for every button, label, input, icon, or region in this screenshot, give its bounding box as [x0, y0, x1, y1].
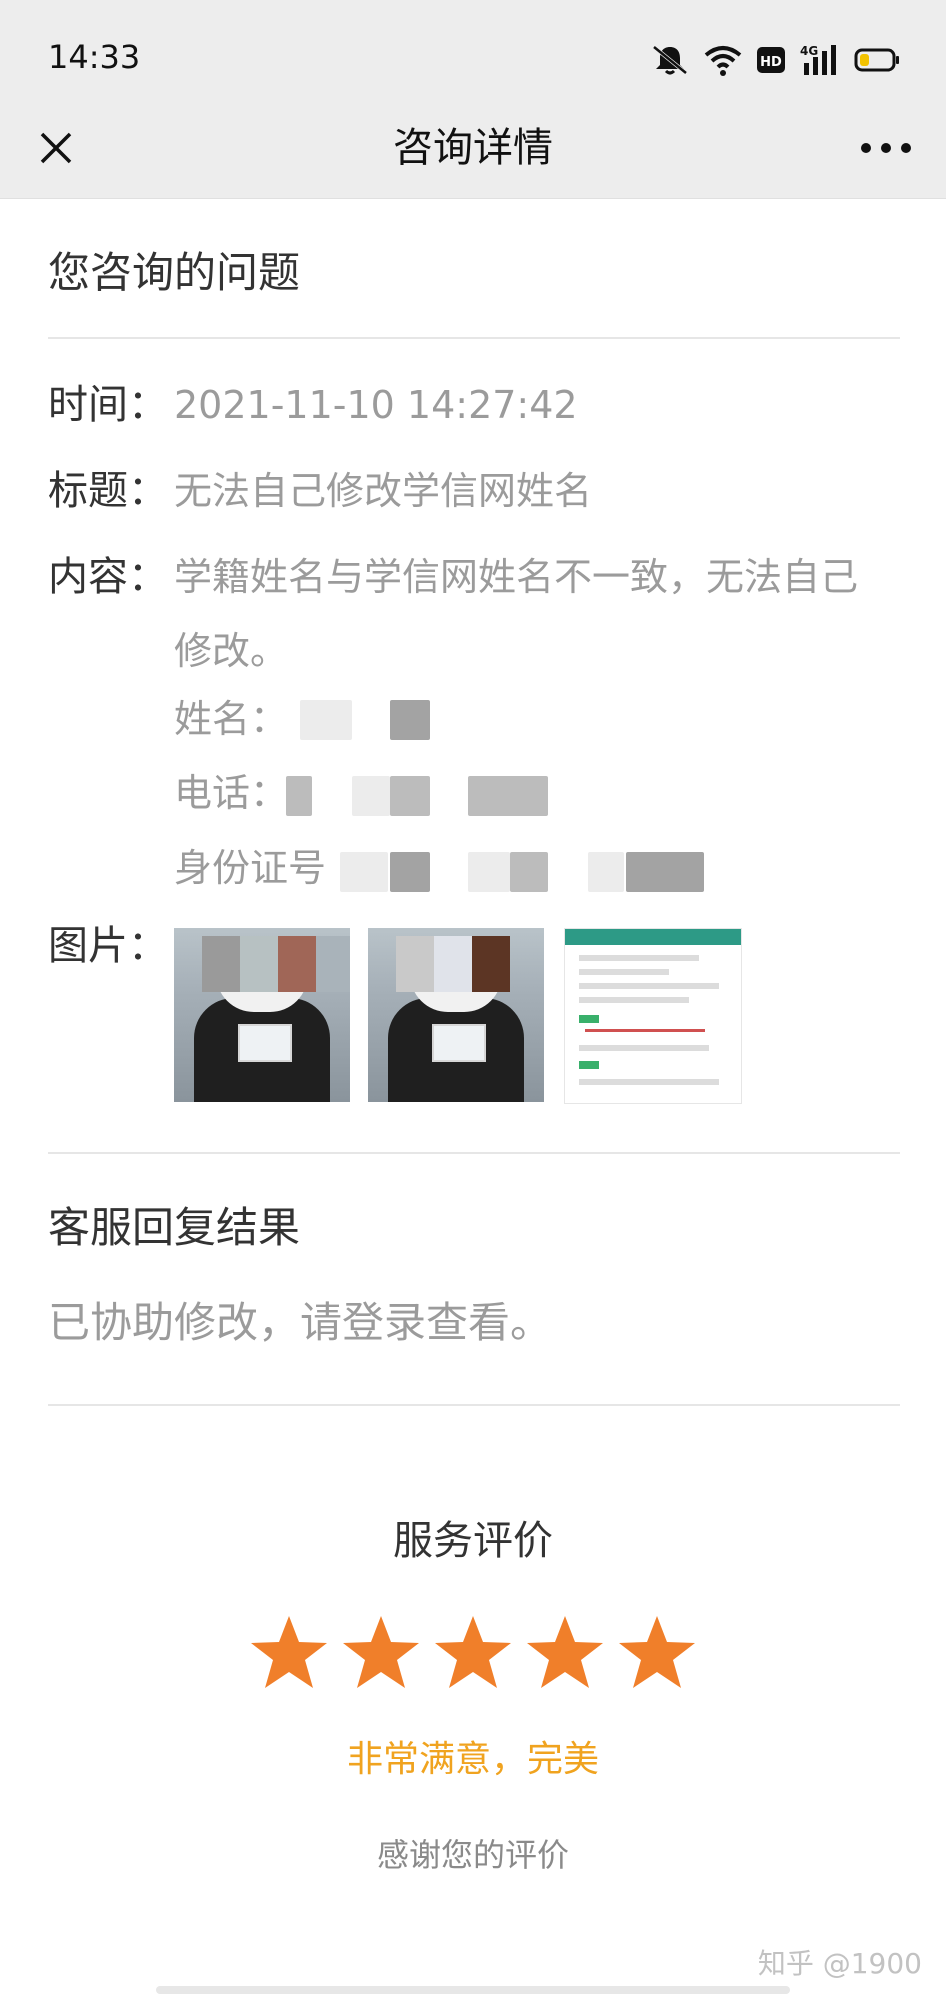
divider	[48, 1152, 900, 1154]
reply-section-title: 客服回复结果	[48, 1203, 301, 1252]
id-label: 身份证号	[174, 846, 327, 890]
name-label: 姓名：	[174, 697, 289, 741]
network-label: 4G	[800, 44, 818, 58]
image-thumbnail[interactable]	[174, 928, 350, 1102]
content-label: 内容：	[48, 554, 168, 600]
images-label: 图片：	[48, 923, 168, 969]
screenshot-line	[579, 969, 669, 975]
image-thumbnail[interactable]	[564, 928, 742, 1104]
time-value: 2021-11-10 14:27:42	[174, 383, 578, 427]
page-title: 咨询详情	[393, 125, 553, 171]
rating-thanks: 感谢您的评价	[376, 1836, 569, 1874]
hd-label: HD	[760, 55, 782, 70]
mute-icon	[652, 45, 688, 75]
star-icon[interactable]	[432, 1612, 514, 1694]
photo-mosaic	[396, 936, 510, 992]
star-icon[interactable]	[248, 1612, 330, 1694]
nav-bar: 咨询详情	[0, 98, 946, 199]
redacted-block	[352, 776, 390, 816]
status-icons: HD 4G	[650, 40, 900, 80]
screenshot-header	[565, 929, 741, 945]
redacted-block	[286, 776, 312, 816]
redacted-block	[510, 852, 548, 892]
phone-label: 电话：	[174, 771, 289, 815]
star-icon[interactable]	[616, 1612, 698, 1694]
photo-id-card	[238, 1024, 292, 1062]
photo-mosaic	[202, 936, 350, 992]
rating-title: 服务评价	[393, 1518, 553, 1564]
redacted-block	[468, 776, 548, 816]
bottom-bar	[156, 1986, 790, 1994]
redacted-block	[390, 852, 430, 892]
more-icon	[861, 143, 911, 153]
redacted-block	[340, 852, 388, 892]
reply-text: 已协助修改，请登录查看。	[48, 1298, 553, 1347]
divider	[48, 337, 900, 339]
divider	[48, 1404, 900, 1406]
content-value: 学籍姓名与学信网姓名不一致，无法自己修改。	[174, 555, 859, 673]
screenshot-line	[579, 997, 689, 1003]
redacted-block	[626, 852, 704, 892]
battery-icon	[854, 48, 899, 72]
hd-icon: HD	[757, 47, 785, 73]
star-rating[interactable]	[248, 1612, 698, 1696]
screenshot-line	[579, 983, 719, 989]
redacted-block	[390, 776, 430, 816]
title-label: 标题：	[48, 468, 168, 514]
photo-id-card	[432, 1024, 486, 1062]
redacted-block	[390, 700, 430, 740]
question-section-title: 您咨询的问题	[48, 248, 301, 297]
image-thumbnail[interactable]	[368, 928, 544, 1102]
wifi-icon	[704, 46, 742, 76]
screenshot-button	[579, 1061, 599, 1069]
screenshot-line	[579, 1079, 719, 1085]
screenshot-line	[579, 1045, 709, 1051]
watermark: 知乎 @1900	[757, 1947, 922, 1980]
redacted-block	[468, 852, 510, 892]
time-label: 时间：	[48, 382, 168, 428]
screenshot-button	[579, 1015, 599, 1023]
redacted-block	[300, 700, 352, 740]
screenshot-line	[579, 955, 699, 961]
status-time: 14:33	[48, 38, 141, 76]
screenshot-underline	[585, 1029, 705, 1032]
redacted-block	[588, 852, 624, 892]
star-icon[interactable]	[524, 1612, 606, 1694]
star-icon[interactable]	[340, 1612, 422, 1694]
rating-description: 非常满意，完美	[346, 1739, 599, 1780]
title-value: 无法自己修改学信网姓名	[174, 469, 593, 513]
more-button[interactable]	[852, 118, 920, 178]
signal-4g-icon: 4G	[800, 44, 836, 75]
